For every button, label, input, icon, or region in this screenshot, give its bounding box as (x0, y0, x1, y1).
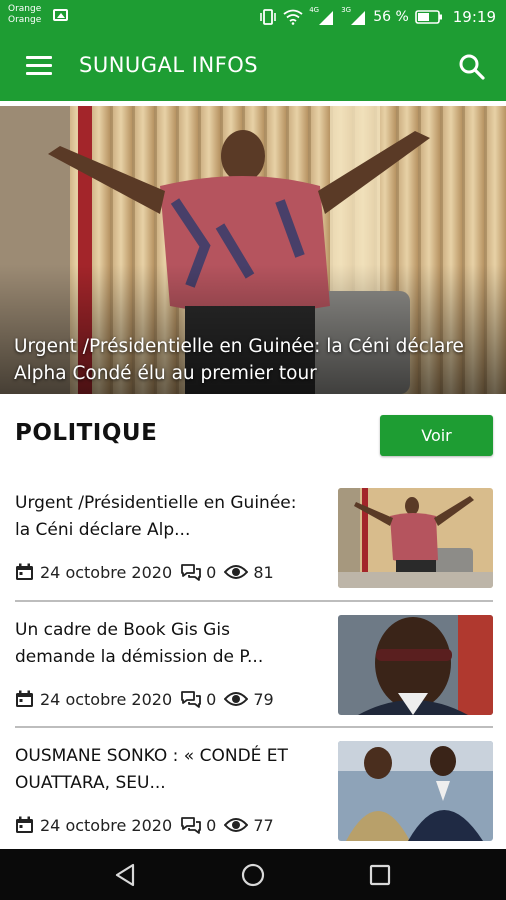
article-date: 24 octobre 2020 (40, 689, 173, 709)
menu-icon[interactable] (26, 56, 54, 78)
comment-icon (181, 564, 202, 581)
home-icon[interactable] (239, 861, 267, 889)
status-icons: 4G 3G 56 % 19:19 (259, 6, 496, 27)
section-title: POLITIQUE (15, 420, 158, 446)
voir-button[interactable]: Voir (380, 415, 493, 456)
recents-icon[interactable] (366, 861, 394, 889)
comment-count: 0 (206, 689, 217, 709)
battery-percent: 56 % (373, 9, 409, 25)
article-meta: 24 octobre 2020 0 77 (15, 815, 274, 835)
article-date: 24 octobre 2020 (40, 562, 173, 582)
comment-icon (181, 691, 202, 708)
calendar-icon (16, 816, 33, 833)
article-meta: 24 octobre 2020 0 81 (15, 562, 274, 582)
calendar-icon (16, 690, 33, 707)
featured-article[interactable]: Urgent /Présidentielle en Guinée: la Cén… (0, 106, 506, 394)
signal-2-icon: 3G (341, 6, 367, 26)
view-count: 77 (253, 815, 274, 835)
divider (15, 600, 493, 602)
article-thumbnail (338, 741, 493, 841)
calendar-icon (16, 563, 33, 580)
article-title: OUSMANE SONKO : « CONDÉ ET OUATTARA, SEU… (15, 746, 288, 793)
vibrate-icon (260, 9, 276, 25)
view-count: 79 (253, 689, 274, 709)
eye-icon (224, 818, 249, 832)
eye-icon (224, 565, 249, 579)
divider (15, 726, 493, 728)
status-bar: Orange Orange 4G 3G 56 % 19:19 (0, 0, 506, 33)
carrier-label: Orange Orange (8, 4, 41, 26)
featured-caption: Urgent /Présidentielle en Guinée: la Cén… (14, 336, 464, 384)
comment-count: 0 (206, 562, 217, 582)
view-count: 81 (253, 562, 274, 582)
article-title: Un cadre de Book Gis Gis demande la démi… (15, 620, 264, 667)
carrier-line-2: Orange (8, 15, 42, 25)
system-nav-bar (0, 849, 506, 900)
article-item[interactable]: OUSMANE SONKO : « CONDÉ ET OUATTARA, SEU… (15, 741, 493, 843)
article-meta: 24 octobre 2020 0 79 (15, 689, 274, 709)
battery-icon (414, 10, 442, 24)
comment-count: 0 (206, 815, 217, 835)
article-title: Urgent /Présidentielle en Guinée: la Cén… (15, 493, 297, 540)
image-notification-icon (53, 9, 68, 21)
article-thumbnail (338, 488, 493, 588)
back-icon[interactable] (112, 861, 140, 889)
article-item[interactable]: Urgent /Présidentielle en Guinée: la Cén… (15, 488, 493, 590)
eye-icon (224, 692, 249, 706)
signal-1-icon: 4G (309, 6, 335, 26)
comment-icon (181, 817, 202, 834)
app-bar: SUNUGAL INFOS (0, 33, 506, 101)
search-icon[interactable] (458, 53, 486, 81)
article-thumbnail (338, 615, 493, 715)
clock: 19:19 (452, 8, 496, 26)
carrier-line-1: Orange (8, 4, 42, 14)
article-item[interactable]: Un cadre de Book Gis Gis demande la démi… (15, 615, 493, 717)
article-date: 24 octobre 2020 (40, 815, 173, 835)
app-title: SUNUGAL INFOS (79, 53, 259, 77)
wifi-icon (283, 9, 303, 25)
